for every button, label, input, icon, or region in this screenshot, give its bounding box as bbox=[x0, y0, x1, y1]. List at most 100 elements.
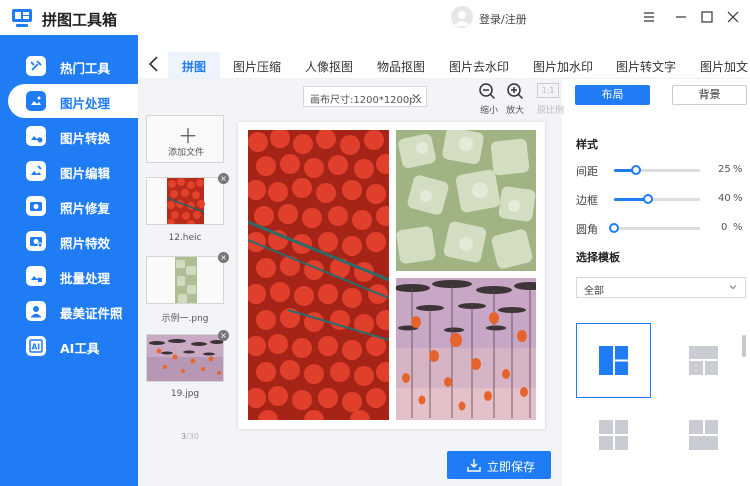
sidebar-item-batch[interactable]: 批量处理 bbox=[0, 259, 138, 293]
zoom-in-button[interactable] bbox=[506, 82, 524, 100]
user-icon bbox=[454, 11, 470, 26]
border-slider[interactable] bbox=[614, 194, 700, 204]
remove-file-button[interactable]: × bbox=[218, 330, 229, 341]
tab-object-cutout[interactable]: 物品抠图 bbox=[377, 58, 425, 75]
layout-1-2-horizontal-icon bbox=[689, 346, 718, 375]
title-bar: 拼图工具箱 登录/注册 bbox=[0, 0, 750, 35]
sidebar-item-label: AI工具 bbox=[60, 341, 100, 356]
file-thumbnail[interactable] bbox=[146, 177, 224, 225]
spacing-slider[interactable] bbox=[614, 165, 700, 175]
maximize-icon bbox=[701, 11, 713, 23]
minimize-button[interactable] bbox=[672, 8, 690, 26]
add-file-button[interactable]: ＋ 添加文件 bbox=[146, 115, 224, 163]
remove-file-button[interactable]: × bbox=[218, 173, 229, 184]
sidebar-item-label: 照片特效 bbox=[60, 236, 111, 251]
zoom-out-icon bbox=[479, 83, 496, 100]
file-name: 12.heic bbox=[168, 233, 202, 243]
tab-image-to-text[interactable]: 图片转文字 bbox=[616, 58, 676, 75]
collage-canvas[interactable] bbox=[238, 122, 545, 429]
tab-collage[interactable]: 拼图 bbox=[182, 58, 206, 75]
tab-remove-watermark[interactable]: 图片去水印 bbox=[449, 58, 509, 75]
collage-cell-raspberries[interactable] bbox=[248, 130, 389, 420]
file-thumbnail[interactable] bbox=[146, 256, 224, 304]
template-option[interactable] bbox=[666, 406, 741, 481]
canvas-size-value: 画布尺寸:1200*1200px bbox=[310, 95, 422, 106]
spacing-value: 25 bbox=[718, 164, 731, 175]
remove-file-button[interactable]: × bbox=[218, 252, 229, 263]
layout-1-2-icon bbox=[599, 346, 628, 375]
zoom-in-label: 放大 bbox=[506, 106, 525, 116]
corner-radius-value: 0 bbox=[721, 222, 728, 233]
corner-radius-slider-handle[interactable] bbox=[609, 223, 619, 233]
sidebar-item-image-process[interactable]: 图片处理 bbox=[8, 84, 144, 118]
app-title: 拼图工具箱 bbox=[42, 11, 118, 29]
sidebar-item-label: 图片转换 bbox=[60, 131, 111, 146]
background-tab-button[interactable]: 背景 bbox=[672, 85, 747, 105]
layout-tab-button[interactable]: 布局 bbox=[575, 85, 650, 105]
app-logo-icon bbox=[12, 9, 32, 27]
collage-cell-lanterns[interactable] bbox=[396, 278, 536, 420]
chevron-down-icon bbox=[412, 94, 420, 99]
border-label: 边框 bbox=[576, 194, 598, 207]
corner-radius-slider[interactable] bbox=[609, 223, 700, 233]
template-section-title: 选择模板 bbox=[576, 251, 620, 264]
green-candy-image bbox=[396, 130, 536, 271]
svg-text:AI: AI bbox=[32, 343, 41, 352]
template-option[interactable] bbox=[576, 406, 651, 481]
close-button[interactable] bbox=[724, 8, 742, 26]
lanterns-image bbox=[396, 278, 536, 420]
sidebar-item-label: 图片处理 bbox=[60, 96, 111, 111]
zoom-out-button[interactable] bbox=[478, 82, 496, 100]
save-button[interactable]: 立即保存 bbox=[447, 451, 551, 479]
border-value: 40 bbox=[718, 193, 731, 204]
back-button[interactable] bbox=[146, 55, 162, 73]
menu-button[interactable] bbox=[640, 8, 658, 26]
chevron-down-icon bbox=[729, 285, 737, 290]
download-icon bbox=[467, 459, 481, 472]
spacing-slider-handle[interactable] bbox=[630, 165, 641, 175]
sidebar-item-image-edit[interactable]: 图片编辑 bbox=[0, 154, 138, 188]
file-name: 示例一.png bbox=[161, 314, 209, 324]
sidebar-item-photo-effect[interactable]: 照片特效 bbox=[0, 224, 138, 258]
login-register-link[interactable]: 登录/注册 bbox=[479, 11, 527, 27]
template-option[interactable] bbox=[576, 323, 651, 398]
add-file-label: 添加文件 bbox=[167, 148, 204, 158]
template-filter-value: 全部 bbox=[584, 286, 604, 297]
maximize-button[interactable] bbox=[698, 8, 716, 26]
photo-repair-icon bbox=[26, 196, 46, 216]
sidebar-item-image-convert[interactable]: 图片转换 bbox=[0, 119, 138, 153]
sidebar-item-label: 图片编辑 bbox=[60, 166, 111, 181]
template-filter-select[interactable]: 全部 bbox=[576, 277, 746, 298]
tab-add-text[interactable]: 图片加文 bbox=[700, 58, 748, 75]
spacing-unit: % bbox=[733, 164, 743, 175]
sidebar-item-id-photo[interactable]: 最美证件照 bbox=[0, 294, 138, 328]
template-option[interactable] bbox=[666, 323, 741, 398]
zoom-out-label: 缩小 bbox=[480, 106, 499, 116]
sidebar-item-label: 批量处理 bbox=[60, 271, 111, 286]
sidebar-item-label: 热门工具 bbox=[60, 61, 111, 76]
tab-compress[interactable]: 图片压缩 bbox=[233, 58, 281, 75]
canvas-size-select[interactable]: 画布尺寸:1200*1200px bbox=[303, 86, 427, 107]
page-total: /30 bbox=[186, 432, 199, 441]
collage-cell-green-candy[interactable] bbox=[396, 130, 536, 271]
tab-portrait-cutout[interactable]: 人像抠图 bbox=[305, 58, 353, 75]
sidebar-item-label: 照片修复 bbox=[60, 201, 111, 216]
avatar[interactable] bbox=[451, 6, 473, 28]
file-name: 19.jpg bbox=[170, 389, 200, 399]
file-thumbnail[interactable] bbox=[146, 334, 224, 382]
save-button-label: 立即保存 bbox=[487, 460, 536, 474]
sidebar-item-ai[interactable]: AI AI工具 bbox=[0, 329, 138, 363]
panel-scrollbar[interactable] bbox=[742, 335, 746, 357]
border-unit: % bbox=[733, 193, 743, 204]
tab-add-watermark[interactable]: 图片加水印 bbox=[533, 58, 593, 75]
sidebar-item-hot-tools[interactable]: 热门工具 bbox=[0, 49, 138, 83]
minimize-icon bbox=[676, 16, 686, 18]
tools-icon bbox=[26, 56, 46, 76]
photo-effect-icon bbox=[26, 231, 46, 251]
close-icon bbox=[727, 11, 739, 23]
batch-icon bbox=[26, 266, 46, 286]
original-ratio-button[interactable]: 1:1 bbox=[537, 83, 559, 98]
sidebar-item-photo-repair[interactable]: 照片修复 bbox=[0, 189, 138, 223]
layout-grid-icon bbox=[599, 420, 628, 450]
border-slider-handle[interactable] bbox=[643, 194, 654, 204]
